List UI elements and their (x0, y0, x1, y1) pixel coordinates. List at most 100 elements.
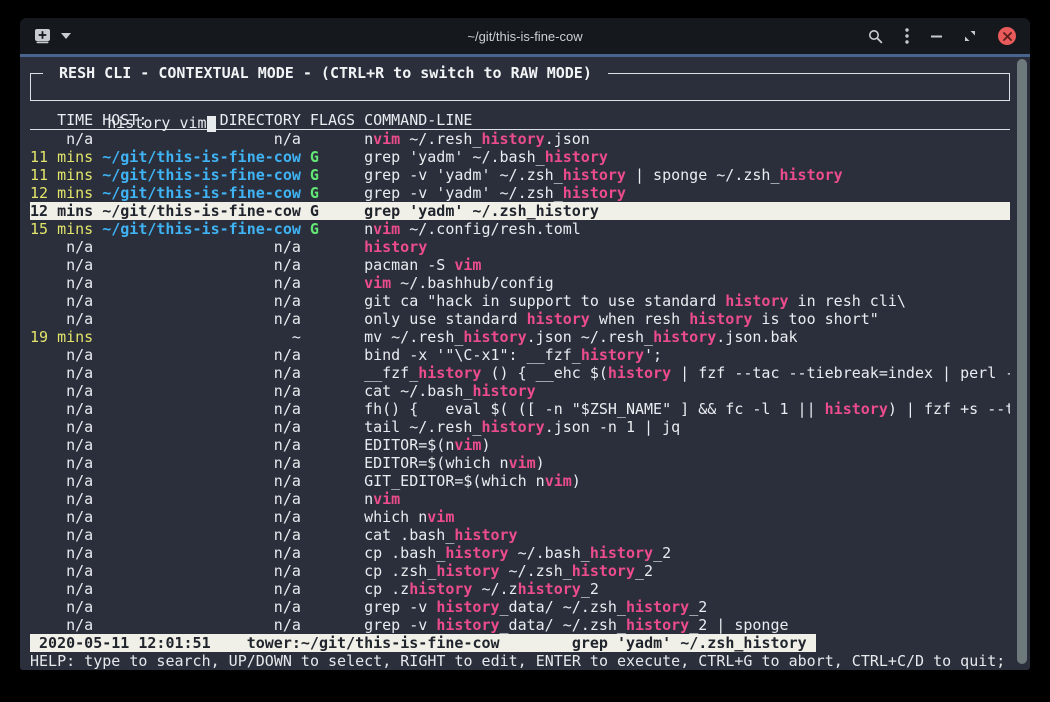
row-directory: n/a (102, 274, 301, 292)
minimize-button[interactable] (931, 35, 942, 38)
search-match: history (436, 598, 499, 616)
history-row[interactable]: n/an/apacman -S vim (30, 256, 1010, 274)
row-directory: n/a (102, 616, 301, 634)
search-match: history (689, 310, 752, 328)
history-row[interactable]: n/an/acp .zhistory ~/.zhistory_2 (30, 580, 1010, 598)
row-directory: n/a (102, 364, 301, 382)
row-directory: n/a (102, 562, 301, 580)
header-flags: FLAGS (310, 111, 355, 129)
history-row[interactable]: n/an/awhich nvim (30, 508, 1010, 526)
row-flags: G (310, 202, 355, 220)
row-flags (310, 346, 355, 364)
row-flags (310, 616, 355, 634)
history-row[interactable]: n/an/acat ~/.bash_history (30, 382, 1010, 400)
desktop-background: ~/git/this-is-fine-cow (0, 0, 1050, 702)
search-match: history (563, 166, 626, 184)
terminal-content: RESH CLI - CONTEXTUAL MODE - (CTRL+R to … (20, 57, 1030, 670)
search-match: vim (427, 508, 454, 526)
history-row[interactable]: n/an/aonly use standard history when res… (30, 310, 1010, 328)
row-command: __fzf_history () { __ehc $(history | fzf… (364, 364, 1010, 382)
history-row[interactable]: n/an/acp .bash_history ~/.bash_history_2 (30, 544, 1010, 562)
new-tab-icon (34, 28, 51, 44)
history-row[interactable]: n/an/avim ~/.bashhub/config (30, 274, 1010, 292)
row-time: n/a (30, 562, 93, 580)
row-time: n/a (30, 490, 93, 508)
history-row[interactable]: n/an/acat .bash_history (30, 526, 1010, 544)
history-row[interactable]: n/an/aEDITOR=$(which nvim) (30, 454, 1010, 472)
row-directory: n/a (102, 130, 301, 148)
search-box-legend: RESH CLI - CONTEXTUAL MODE - (CTRL+R to … (43, 64, 608, 82)
row-directory: n/a (102, 526, 301, 544)
menu-button[interactable] (905, 28, 909, 44)
history-row[interactable]: n/an/acp .zsh_history ~/.zsh_history_2 (30, 562, 1010, 580)
titlebar: ~/git/this-is-fine-cow (20, 18, 1030, 54)
search-box[interactable]: RESH CLI - CONTEXTUAL MODE - (CTRL+R to … (30, 73, 1010, 101)
row-directory: n/a (102, 238, 301, 256)
row-time: n/a (30, 472, 93, 490)
search-match: history (463, 328, 526, 346)
search-match: history (472, 382, 535, 400)
search-button[interactable] (868, 29, 883, 44)
search-match: history (653, 328, 716, 346)
history-row[interactable]: n/an/agit ca "hack in support to use sta… (30, 292, 1010, 310)
history-row[interactable]: 11 mins~/git/this-is-fine-cowGgrep 'yadm… (30, 148, 1010, 166)
row-time: 11 mins (30, 166, 93, 184)
row-time: n/a (30, 310, 93, 328)
history-row[interactable]: n/an/a__fzf_history () { __ehc $(history… (30, 364, 1010, 382)
titlebar-right-controls (796, 27, 1016, 45)
row-time: n/a (30, 598, 93, 616)
history-row[interactable]: n/an/aEDITOR=$(nvim) (30, 436, 1010, 454)
row-command: cp .zhistory ~/.zhistory_2 (364, 580, 1010, 598)
close-button[interactable] (998, 27, 1016, 45)
history-row[interactable]: n/an/anvim ~/.resh_history.json (30, 130, 1010, 148)
new-tab-button[interactable] (34, 28, 51, 44)
row-flags (310, 328, 355, 346)
history-row[interactable]: n/an/ahistory (30, 238, 1010, 256)
row-time: n/a (30, 454, 93, 472)
new-tab-dropdown-button[interactable] (61, 33, 71, 39)
search-match: vim (373, 220, 400, 238)
history-row[interactable]: n/an/agrep -v history_data/ ~/.zsh_histo… (30, 616, 1010, 634)
row-time: n/a (30, 238, 93, 256)
history-row[interactable]: n/an/afh() { eval $( ([ -n "$ZSH_NAME" ]… (30, 400, 1010, 418)
row-flags (310, 598, 355, 616)
search-match: history (581, 346, 644, 364)
search-input[interactable]: history vim (107, 114, 206, 132)
row-flags (310, 580, 355, 598)
restore-button[interactable] (964, 30, 976, 42)
history-row[interactable]: n/an/agrep -v history_data/ ~/.zsh_histo… (30, 598, 1010, 616)
status-bar: 2020-05-11 12:01:51 tower:~/git/this-is-… (30, 634, 816, 652)
row-command: which nvim (364, 508, 1010, 526)
row-command: pacman -S vim (364, 256, 1010, 274)
row-directory: n/a (102, 490, 301, 508)
minimize-icon (931, 35, 942, 38)
row-time: n/a (30, 616, 93, 634)
scrollbar-thumb[interactable] (1017, 59, 1027, 664)
history-row[interactable]: n/an/aGIT_EDITOR=$(which nvim) (30, 472, 1010, 490)
row-command: nvim ~/.config/resh.toml (364, 220, 1010, 238)
row-time: 11 mins (30, 148, 93, 166)
history-row[interactable]: 12 mins~/git/this-is-fine-cowGgrep -v 'y… (30, 184, 1010, 202)
row-time: n/a (30, 508, 93, 526)
search-match: vim (373, 130, 400, 148)
restore-icon (964, 30, 976, 42)
search-match: history (536, 202, 599, 220)
row-directory: ~/git/this-is-fine-cow (102, 166, 301, 184)
history-row[interactable]: n/an/atail ~/.resh_history.json -n 1 | j… (30, 418, 1010, 436)
history-row[interactable]: n/an/abind -x '"\C-x1": __fzf_history'; (30, 346, 1010, 364)
history-row[interactable]: 19 mins~mv ~/.resh_history.json ~/.resh_… (30, 328, 1010, 346)
row-time: 12 mins (30, 184, 93, 202)
search-match: history (445, 544, 508, 562)
row-time: 12 mins (30, 202, 93, 220)
history-row-selected[interactable]: 12 mins~/git/this-is-fine-cowGgrep 'yadm… (30, 202, 1010, 220)
row-flags (310, 454, 355, 472)
row-directory: n/a (102, 544, 301, 562)
history-row[interactable]: 11 mins~/git/this-is-fine-cowGgrep -v 'y… (30, 166, 1010, 184)
history-row[interactable]: n/an/anvim (30, 490, 1010, 508)
search-match: history (563, 184, 626, 202)
row-directory: n/a (102, 382, 301, 400)
row-command: GIT_EDITOR=$(which nvim) (364, 472, 1010, 490)
history-row[interactable]: 15 mins~/git/this-is-fine-cowGnvim ~/.co… (30, 220, 1010, 238)
row-command: grep 'yadm' ~/.zsh_history (364, 202, 1010, 220)
search-match: history (527, 310, 590, 328)
